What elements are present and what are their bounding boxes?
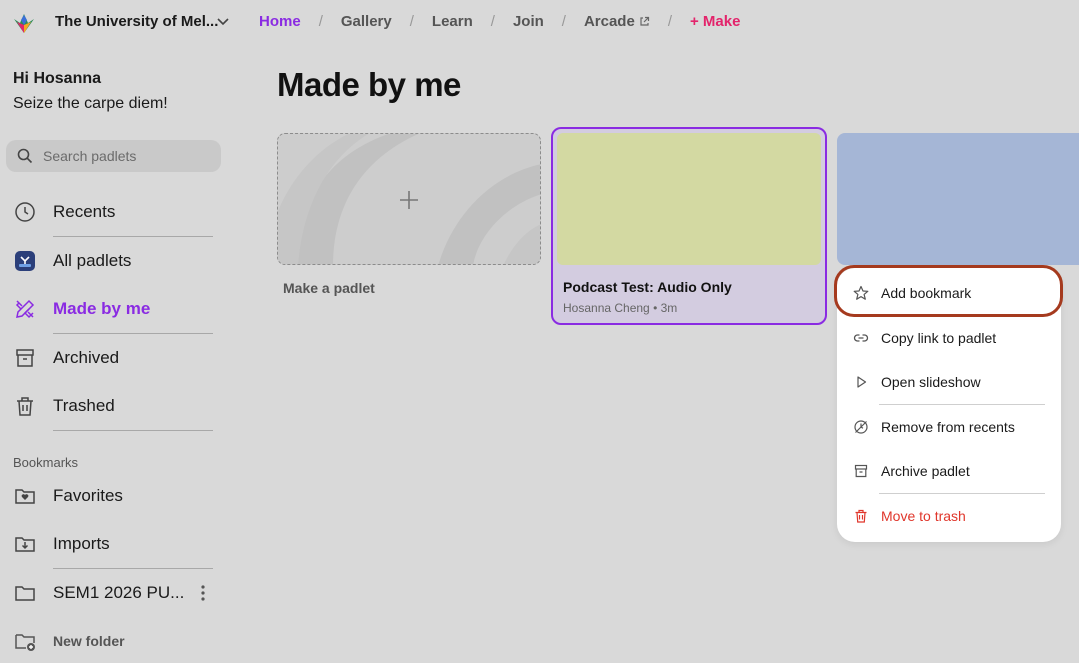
- padlet-meta: Hosanna Cheng • 3m: [563, 301, 678, 315]
- search-box: [6, 140, 221, 172]
- divider: [53, 568, 213, 569]
- pencil-ruler-icon: [13, 297, 37, 321]
- star-icon: [852, 284, 870, 302]
- sidebar-item-archived[interactable]: Archived: [13, 343, 213, 373]
- top-bar: The University of Mel... Home / Gallery …: [0, 0, 1079, 44]
- menu-item-open-slideshow[interactable]: Open slideshow: [837, 365, 1061, 399]
- menu-divider: [879, 404, 1045, 405]
- padlet-author: Hosanna Cheng: [563, 301, 650, 315]
- menu-item-label: Add bookmark: [881, 285, 972, 301]
- menu-item-label: Remove from recents: [881, 419, 1015, 435]
- menu-item-label: Copy link to padlet: [881, 330, 997, 346]
- trash-icon: [13, 394, 37, 418]
- sidebar-item-all-padlets[interactable]: All padlets: [13, 246, 213, 276]
- padlet-card[interactable]: Podcast Test: Audio Only Hosanna Cheng •…: [551, 127, 827, 325]
- divider: [53, 430, 213, 431]
- nav-separator: /: [409, 13, 414, 30]
- padlet-title: Podcast Test: Audio Only: [563, 279, 732, 295]
- sidebar-item-label: Trashed: [53, 396, 115, 415]
- bookmarks-heading: Bookmarks: [13, 455, 79, 470]
- menu-item-label: Open slideshow: [881, 374, 981, 390]
- sidebar-item-trashed[interactable]: Trashed: [13, 391, 213, 421]
- padlet-card-partial[interactable]: [837, 133, 1079, 265]
- context-menu: Add bookmark Copy link to padlet Open sl…: [837, 268, 1061, 542]
- menu-item-label: Archive padlet: [881, 463, 970, 479]
- padlet-time: 3m: [660, 301, 678, 315]
- folder-icon: [13, 581, 37, 605]
- nav-home[interactable]: Home: [259, 13, 301, 30]
- archive-icon: [13, 346, 37, 370]
- menu-item-add-bookmark[interactable]: Add bookmark: [837, 276, 1061, 310]
- sidebar-item-label: Archived: [53, 348, 120, 367]
- sidebar-item-made-by-me[interactable]: Made by me: [13, 294, 213, 324]
- menu-item-remove-from-recents[interactable]: Remove from recents: [837, 410, 1061, 444]
- nav-gallery[interactable]: Gallery: [341, 13, 392, 30]
- folder-add-icon: [13, 629, 37, 653]
- greeting: Hi Hosanna: [13, 70, 102, 87]
- divider: [53, 333, 213, 334]
- menu-item-move-to-trash[interactable]: Move to trash: [837, 499, 1061, 533]
- nav-learn[interactable]: Learn: [432, 13, 473, 30]
- nav-separator: /: [561, 13, 566, 30]
- play-icon: [852, 373, 870, 391]
- nav-arcade[interactable]: Arcade: [584, 13, 650, 30]
- trash-icon: [852, 507, 870, 525]
- padlet-thumbnail: [557, 133, 821, 265]
- menu-item-archive-padlet[interactable]: Archive padlet: [837, 454, 1061, 488]
- sidebar-folder-favorites[interactable]: Favorites: [13, 481, 213, 511]
- search-icon: [17, 148, 33, 164]
- new-folder-label: New folder: [53, 633, 125, 649]
- padlet-logo-icon[interactable]: [11, 11, 37, 35]
- nav-separator: /: [318, 13, 323, 30]
- sidebar-item-recents[interactable]: Recents: [13, 197, 213, 227]
- sidebar-item-label: Recents: [53, 202, 116, 221]
- sidebar-item-label: All padlets: [53, 251, 132, 270]
- sidebar-item-label: Imports: [53, 534, 110, 553]
- folder-import-icon: [13, 532, 37, 556]
- divider: [53, 236, 213, 237]
- search-input[interactable]: [43, 140, 213, 172]
- sidebar-folder-imports[interactable]: Imports: [13, 529, 213, 559]
- nav-separator: /: [667, 13, 672, 30]
- nav-arcade-label: Arcade: [583, 13, 635, 30]
- padlet-app-icon: [13, 249, 37, 273]
- page-title: Made by me: [277, 66, 461, 103]
- menu-item-label: Move to trash: [881, 508, 966, 524]
- archive-icon: [852, 462, 870, 480]
- clock-off-icon: [852, 418, 870, 436]
- nav-separator: /: [490, 13, 495, 30]
- more-options-icon[interactable]: [196, 584, 210, 602]
- folder-heart-icon: [13, 484, 37, 508]
- external-link-icon: [640, 16, 649, 26]
- link-icon: [852, 329, 870, 347]
- sidebar-item-label: SEM1 2026 PU...: [53, 583, 185, 602]
- menu-item-copy-link[interactable]: Copy link to padlet: [837, 321, 1061, 355]
- nav-make[interactable]: + Make: [690, 13, 740, 30]
- clock-icon: [13, 200, 37, 224]
- sidebar-folder-sem1[interactable]: SEM1 2026 PU...: [13, 578, 213, 608]
- make-padlet-label: Make a padlet: [283, 280, 375, 296]
- plus-icon: [400, 191, 418, 209]
- menu-divider: [879, 493, 1045, 494]
- main-nav: Home / Gallery / Learn / Join / Arcade /…: [259, 13, 740, 30]
- nav-join[interactable]: Join: [513, 13, 544, 30]
- chevron-down-icon[interactable]: [216, 16, 230, 28]
- tagline: Seize the carpe diem!: [13, 95, 168, 112]
- sidebar-item-label: Favorites: [53, 486, 123, 505]
- sidebar-item-label: Made by me: [53, 299, 151, 318]
- make-padlet-card[interactable]: [277, 133, 541, 265]
- org-name[interactable]: The University of Mel...: [55, 13, 218, 30]
